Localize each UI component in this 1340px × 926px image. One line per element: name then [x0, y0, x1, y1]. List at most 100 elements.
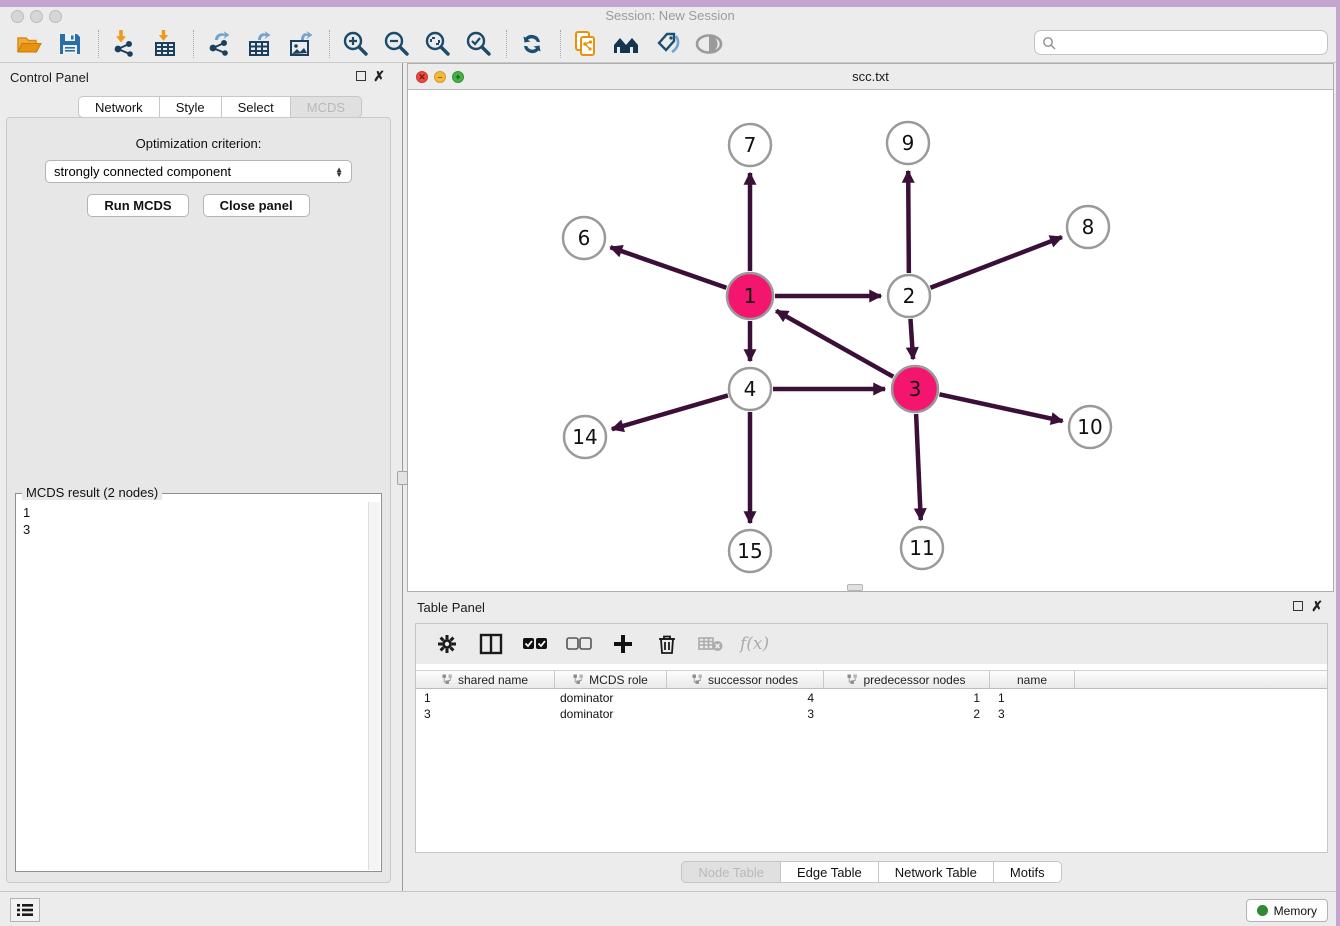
node-4[interactable]: 4 — [729, 368, 771, 410]
tab-network[interactable]: Network — [78, 96, 160, 118]
column-label: name — [1017, 673, 1047, 687]
criterion-value: strongly connected component — [54, 164, 231, 179]
table-cell[interactable]: 1 — [416, 690, 555, 706]
table-cell[interactable]: dominator — [555, 690, 667, 706]
edge-3-1[interactable] — [776, 311, 893, 377]
criterion-select[interactable]: strongly connected component ▲▼ — [45, 160, 352, 183]
main-toolbar — [0, 25, 1340, 63]
add-column-icon[interactable] — [608, 629, 638, 659]
tab-motifs[interactable]: Motifs — [994, 861, 1062, 883]
node-9[interactable]: 9 — [887, 122, 929, 164]
tab-edge-table[interactable]: Edge Table — [781, 861, 879, 883]
desktop-edge-right — [1336, 0, 1340, 926]
tab-node-table[interactable]: Node Table — [681, 861, 781, 883]
horizontal-splitter-grip[interactable] — [847, 584, 863, 591]
column-header-MCDS-role[interactable]: MCDS role — [555, 671, 667, 688]
table-cell[interactable]: dominator — [555, 706, 667, 722]
node-1[interactable]: 1 — [727, 273, 773, 319]
table-panel: Table Panel ✗ — [407, 593, 1336, 891]
control-panel-title: Control Panel — [10, 70, 89, 85]
edge-1-6[interactable] — [610, 247, 726, 288]
svg-text:15: 15 — [737, 539, 762, 563]
gear-icon[interactable] — [432, 629, 462, 659]
node-2[interactable]: 2 — [888, 275, 930, 317]
export-table-icon[interactable] — [245, 29, 275, 59]
close-panel-icon[interactable]: ✗ — [373, 68, 385, 85]
column-header-name[interactable]: name — [990, 671, 1075, 688]
network-window-titlebar[interactable]: ✕ – + scc.txt — [408, 64, 1333, 90]
close-table-panel-icon[interactable]: ✗ — [1311, 598, 1323, 615]
node-15[interactable]: 15 — [729, 530, 771, 572]
node-10[interactable]: 10 — [1069, 406, 1111, 448]
column-header-shared-name[interactable]: shared name — [416, 671, 555, 688]
table-cell[interactable]: 3 — [667, 706, 824, 722]
toolbar-separator — [506, 30, 507, 58]
table-row[interactable]: 1dominator411 — [416, 690, 1327, 706]
edge-2-3[interactable] — [910, 319, 913, 359]
column-header-successor-nodes[interactable]: successor nodes — [667, 671, 824, 688]
float-table-panel-icon[interactable] — [1293, 601, 1303, 611]
unselect-all-columns-icon[interactable] — [564, 629, 594, 659]
search-input[interactable] — [1061, 35, 1327, 50]
node-11[interactable]: 11 — [901, 527, 943, 569]
mcds-result-scrollbar[interactable] — [368, 502, 380, 870]
table-cell[interactable]: 2 — [824, 706, 990, 722]
window-title: Session: New Session — [0, 8, 1340, 23]
node-8[interactable]: 8 — [1067, 206, 1109, 248]
split-view-icon[interactable] — [476, 629, 506, 659]
table-row[interactable]: 3dominator323 — [416, 706, 1327, 722]
save-session-icon[interactable] — [55, 29, 85, 59]
float-panel-icon[interactable] — [356, 71, 366, 81]
vertical-splitter-grip[interactable] — [397, 471, 408, 485]
zoom-out-icon[interactable] — [381, 29, 411, 59]
tab-mcds[interactable]: MCDS — [291, 96, 362, 118]
import-table-icon[interactable] — [150, 29, 180, 59]
delete-table-icon[interactable] — [696, 629, 726, 659]
node-14[interactable]: 14 — [564, 416, 606, 458]
node-table-container: f(x) shared nameMCDS rolesuccessor nodes… — [415, 623, 1328, 853]
tab-network-table[interactable]: Network Table — [879, 861, 994, 883]
column-tree-icon — [442, 674, 453, 685]
table-cell[interactable]: 3 — [990, 706, 1075, 722]
zoom-in-icon[interactable] — [340, 29, 370, 59]
import-network-icon[interactable] — [109, 29, 139, 59]
show-graphics-icon[interactable] — [694, 29, 724, 59]
memory-button[interactable]: Memory — [1246, 899, 1328, 922]
run-mcds-button[interactable]: Run MCDS — [87, 194, 188, 217]
tab-style[interactable]: Style — [160, 96, 222, 118]
export-network-icon[interactable] — [204, 29, 234, 59]
table-cell[interactable]: 4 — [667, 690, 824, 706]
clone-network-icon[interactable] — [571, 29, 601, 59]
network-canvas[interactable]: 7 9 6 8 1 2 4 3 14 10 15 11 — [408, 90, 1333, 591]
export-image-icon[interactable] — [286, 29, 316, 59]
edge-2-9[interactable] — [908, 171, 909, 273]
node-3[interactable]: 3 — [892, 366, 938, 412]
toolbar-separator — [560, 30, 561, 58]
function-builder-icon[interactable]: f(x) — [740, 634, 769, 654]
table-cell[interactable]: 3 — [416, 706, 555, 722]
svg-text:9: 9 — [902, 131, 915, 155]
tab-select[interactable]: Select — [222, 96, 291, 118]
close-panel-button[interactable]: Close panel — [203, 194, 310, 217]
open-file-icon[interactable] — [14, 29, 44, 59]
zoom-selected-icon[interactable] — [463, 29, 493, 59]
table-cell[interactable]: 1 — [990, 690, 1075, 706]
search-box[interactable] — [1034, 30, 1328, 55]
table-cell[interactable]: 1 — [824, 690, 990, 706]
delete-column-icon[interactable] — [652, 629, 682, 659]
control-panel-header: Control Panel ✗ — [0, 63, 397, 91]
edge-2-8[interactable] — [930, 237, 1061, 288]
mcds-result-text[interactable]: 1 3 — [17, 502, 368, 870]
node-7[interactable]: 7 — [729, 124, 771, 166]
edge-3-10[interactable] — [939, 394, 1062, 421]
edge-4-14[interactable] — [612, 395, 728, 429]
refresh-icon[interactable] — [517, 29, 547, 59]
dock-panels-button[interactable] — [10, 898, 40, 922]
edge-3-11[interactable] — [916, 414, 921, 520]
first-neighbors-icon[interactable] — [612, 29, 642, 59]
zoom-fit-icon[interactable] — [422, 29, 452, 59]
hide-labels-icon[interactable] — [653, 29, 683, 59]
select-all-columns-icon[interactable] — [520, 629, 550, 659]
column-header-predecessor-nodes[interactable]: predecessor nodes — [824, 671, 990, 688]
node-6[interactable]: 6 — [563, 217, 605, 259]
